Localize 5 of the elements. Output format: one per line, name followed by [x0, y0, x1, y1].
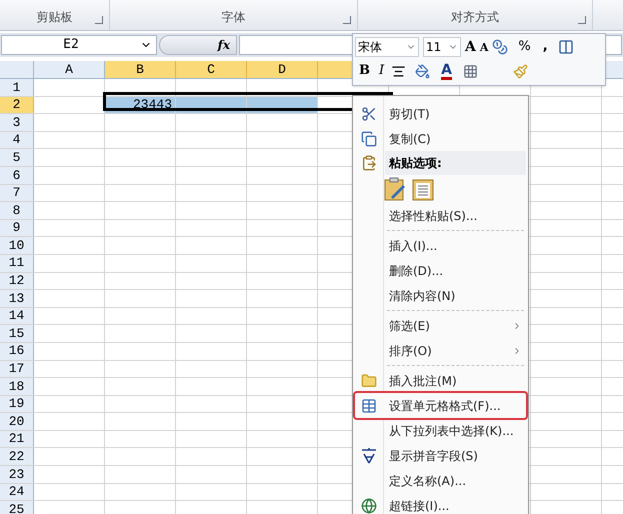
ribbon-group-label: 对齐方式 [451, 9, 499, 26]
cell-value: 23443 [133, 96, 172, 114]
menu-section-header: 粘贴选项: [385, 151, 526, 175]
ribbon-group-label: 剪贴板 [36, 9, 72, 26]
ribbon-group-label: 字体 [222, 9, 246, 26]
